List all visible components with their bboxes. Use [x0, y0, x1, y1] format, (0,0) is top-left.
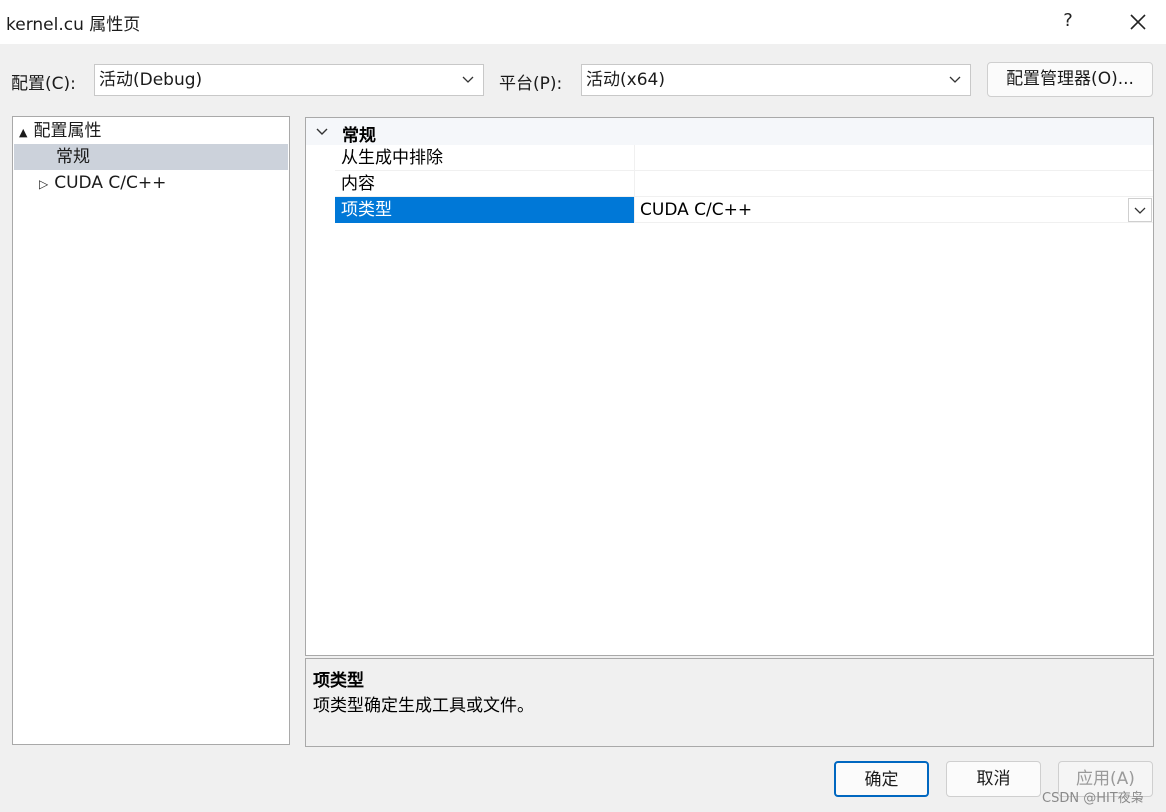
- watermark: CSDN @HIT夜枭: [1042, 791, 1144, 806]
- tree-item-label: 常规: [56, 147, 90, 167]
- ok-button[interactable]: 确定: [834, 761, 929, 797]
- description-panel: 项类型 项类型确定生成工具或文件。: [305, 658, 1154, 747]
- configuration-manager-button[interactable]: 配置管理器(O)...: [987, 62, 1153, 97]
- chevron-down-icon[interactable]: [315, 126, 329, 138]
- category-row[interactable]: 常规: [306, 118, 1153, 146]
- platform-label: 平台(P):: [499, 74, 563, 94]
- chevron-down-icon: [949, 76, 961, 83]
- help-button[interactable]: ?: [1054, 6, 1082, 36]
- chevron-down-icon: [1134, 207, 1146, 214]
- title-bar: kernel.cu 属性页 ?: [0, 0, 1166, 44]
- property-grid: 常规 从生成中排除 内容 项类型 CUDA C/C++: [305, 117, 1154, 656]
- property-row[interactable]: 从生成中排除: [335, 145, 1153, 171]
- tree-item-label: 配置属性: [33, 121, 102, 141]
- property-name: 内容: [341, 174, 375, 194]
- property-row[interactable]: 内容: [335, 171, 1153, 197]
- config-dropdown[interactable]: 活动(Debug): [94, 64, 484, 96]
- property-name: 项类型: [335, 197, 634, 223]
- property-tree: ▲ 配置属性 常规 ▷ CUDA C/C++: [12, 116, 290, 745]
- tree-item-general[interactable]: 常规: [56, 144, 90, 170]
- property-value[interactable]: [634, 171, 1153, 197]
- cancel-button[interactable]: 取消: [946, 761, 1041, 797]
- window-title: kernel.cu 属性页: [6, 15, 141, 35]
- expand-triangle-icon[interactable]: ▷: [39, 177, 48, 191]
- property-value-dropdown[interactable]: CUDA C/C++: [634, 197, 1153, 223]
- platform-value: 活动(x64): [586, 70, 665, 90]
- property-row-selected[interactable]: 项类型 CUDA C/C++: [335, 197, 1153, 223]
- description-title: 项类型: [313, 671, 364, 691]
- platform-dropdown[interactable]: 活动(x64): [581, 64, 971, 96]
- tree-item-configuration-properties[interactable]: ▲ 配置属性: [19, 118, 101, 144]
- property-value[interactable]: [634, 145, 1153, 171]
- collapse-triangle-icon[interactable]: ▲: [19, 126, 27, 139]
- property-name: 从生成中排除: [341, 148, 443, 168]
- property-value: CUDA C/C++: [640, 200, 753, 220]
- close-button[interactable]: [1122, 6, 1154, 38]
- category-label: 常规: [342, 126, 376, 146]
- close-icon: [1130, 14, 1146, 30]
- tree-item-label: CUDA C/C++: [54, 173, 167, 193]
- description-text: 项类型确定生成工具或文件。: [313, 696, 534, 716]
- config-label: 配置(C):: [11, 74, 76, 94]
- config-value: 活动(Debug): [99, 70, 203, 90]
- tree-item-cuda-cpp[interactable]: ▷ CUDA C/C++: [39, 170, 166, 196]
- chevron-down-icon: [462, 76, 474, 83]
- value-dropdown-button[interactable]: [1128, 198, 1152, 222]
